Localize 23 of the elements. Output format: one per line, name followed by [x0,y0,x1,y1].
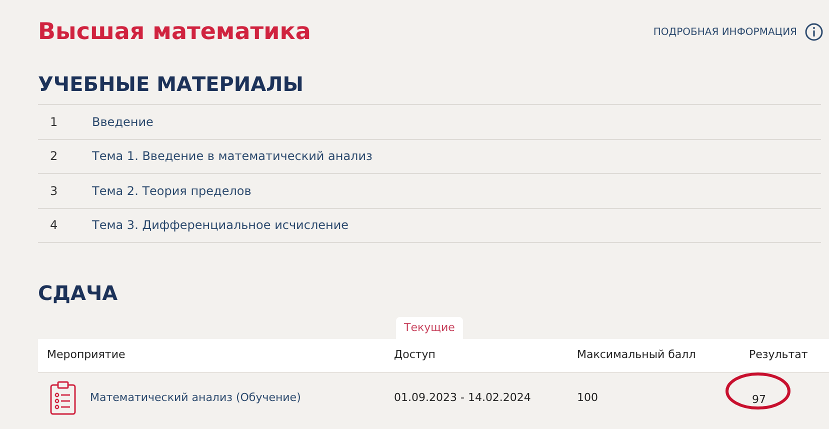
column-header: Доступ [394,347,436,364]
info-icon [805,23,823,41]
item-number: 1 [49,114,59,131]
table-cell-text: 100 [577,390,599,406]
details-link[interactable]: ПОДРОБНАЯ ИНФОРМАЦИЯ [653,24,797,40]
item-number: 4 [49,217,59,234]
event-link[interactable]: Математический анализ (Обучение) [90,390,301,406]
section-heading: СДАЧА [38,280,119,307]
material-link[interactable]: Тема 1. Введение в математический анализ [92,147,372,166]
column-header: Максимальный балл [577,347,697,364]
table-cell-text: 01.09.2023 - 14.02.2024 [394,390,532,406]
tab[interactable]: Текущие [396,317,463,339]
clipboard-icon [50,381,76,415]
column-header: Результат [749,347,809,364]
material-link[interactable]: Введение [92,112,154,131]
material-link[interactable]: Тема 2. Теория пределов [92,182,252,200]
column-header: Мероприятие [47,347,126,364]
item-number: 2 [49,148,59,166]
section-heading: УЧЕБНЫЕ МАТЕРИАЛЫ [38,71,304,98]
material-link[interactable]: Тема 3. Дифференциальное исчисление [92,216,349,234]
table-cell: 97 [752,393,766,406]
page-title: Высшая математика [38,18,311,47]
item-number: 3 [49,182,59,200]
